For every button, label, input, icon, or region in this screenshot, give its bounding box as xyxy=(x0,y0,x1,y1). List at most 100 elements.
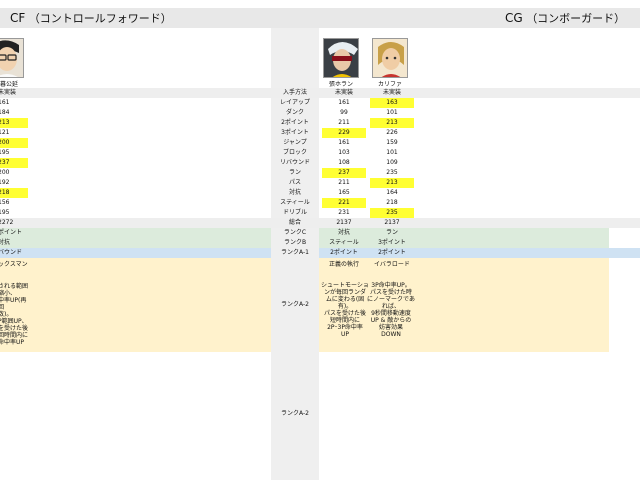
player-p2-name: カリファ xyxy=(377,81,402,88)
left-stat-value: 213 xyxy=(0,118,28,128)
p1-stat-value: 161 xyxy=(338,99,350,106)
avatar-left[interactable] xyxy=(0,38,24,78)
p1-stat-value: 231 xyxy=(338,209,350,216)
stat-row: 184 ダンク 99 101 xyxy=(0,108,640,118)
left-rank-b: 対抗 xyxy=(0,239,11,246)
p2-stat-value: 163 xyxy=(370,98,414,108)
p1-stat-value: 229 xyxy=(322,128,366,138)
p1-stat-value: 103 xyxy=(338,149,350,156)
cf-subtitle: （コントロールフォワード） xyxy=(28,12,172,25)
avatar-p1[interactable] xyxy=(323,38,359,78)
p1-stat-value: 161 xyxy=(338,139,350,146)
p1-total: 2137 xyxy=(336,219,352,226)
stat-row: 156 スティール 221 218 xyxy=(0,198,640,208)
stat-row: 161 レイアップ 161 163 xyxy=(0,98,640,108)
stat-label: リバウンド xyxy=(279,159,310,166)
p2-rank-c: ラン xyxy=(385,229,398,236)
p1-rank-a1: 2ポイント xyxy=(330,249,358,256)
left-stat-value: 192 xyxy=(0,179,10,186)
p1-stat-value: 211 xyxy=(338,179,350,186)
p2-rank-a1: 2ポイント xyxy=(378,249,406,256)
p2-acquire: 未実装 xyxy=(382,89,401,96)
p2-stat-value: 226 xyxy=(386,129,398,136)
left-total: 2272 xyxy=(0,219,14,226)
acquire-label: 入手方法 xyxy=(282,89,307,96)
stat-row: 218 対抗 165 164 xyxy=(0,188,640,198)
p1-skill-title: 正義の執行 xyxy=(328,261,359,268)
p1-stat-value: 211 xyxy=(338,119,350,126)
left-stat-value: 195 xyxy=(0,209,10,216)
stat-label: スティール xyxy=(280,199,310,206)
p2-skill-desc: 3P命中率UP。 パスを受けた時 にノーマークであ れば、 9秒間移動速度 UP… xyxy=(367,282,415,338)
left-stat-value: 121 xyxy=(0,129,10,136)
rank-a2-label: ランクA-2 xyxy=(281,301,309,308)
cf-header: CF （コントロールフォワード） xyxy=(10,10,172,26)
p1-rank-b: スティール xyxy=(329,239,359,246)
stat-row: 195 ドリブル 231 235 xyxy=(0,208,640,218)
stat-row: 213 2ポイント 211 213 xyxy=(0,118,640,128)
rank-a2-left-bg xyxy=(0,258,271,352)
cf-title: CF xyxy=(10,11,26,25)
left-rank-c: ポイント xyxy=(0,229,23,236)
stat-row: 237 リバウンド 108 109 xyxy=(0,158,640,168)
rank-a1-row: バウンド ランクA-1 2ポイント 2ポイント xyxy=(0,248,640,258)
p2-stat-value: 213 xyxy=(370,178,414,188)
p2-stat-value: 235 xyxy=(370,208,414,218)
p1-stat-value: 108 xyxy=(338,159,350,166)
left-stat-value: 156 xyxy=(0,199,10,206)
stat-label: パス xyxy=(288,179,301,186)
left-stat-value: 161 xyxy=(0,99,10,106)
stat-row: 192 パス 211 213 xyxy=(0,178,640,188)
player-left-name: 暮公延 xyxy=(0,81,18,88)
p2-stat-value: 235 xyxy=(386,169,398,176)
left-stat-value: 218 xyxy=(0,188,28,198)
stat-row: 195 ブロック 103 101 xyxy=(0,148,640,158)
stat-label: ダンク xyxy=(285,109,304,116)
left-acquire: 未実装 xyxy=(0,89,17,96)
player-p1-name: 張ホラン xyxy=(328,81,353,88)
p2-stat-value: 213 xyxy=(370,118,414,128)
p2-stat-value: 101 xyxy=(386,149,398,156)
left-stat-value: 195 xyxy=(0,149,10,156)
p1-stat-value: 165 xyxy=(338,189,350,196)
p2-skill-title: イバラロード xyxy=(374,261,410,268)
rank-b-label: ランクB xyxy=(283,239,307,246)
p1-stat-value: 237 xyxy=(322,168,366,178)
p1-stat-value: 99 xyxy=(340,109,348,116)
p2-stat-value: 218 xyxy=(386,199,398,206)
stat-label: 2ポイント xyxy=(281,119,309,126)
left-stat-value: 184 xyxy=(0,109,10,116)
avatar-p2[interactable] xyxy=(372,38,408,78)
stat-label: 対抗 xyxy=(288,189,301,196)
left-stat-value: 200 xyxy=(0,169,10,176)
stat-label: ブロック xyxy=(282,149,307,156)
stat-row: 200 ラン 237 235 xyxy=(0,168,640,178)
cg-title: CG xyxy=(505,11,523,25)
stat-label: ラン xyxy=(288,169,301,176)
p2-stat-value: 109 xyxy=(386,159,398,166)
p1-stat-value: 221 xyxy=(322,198,366,208)
p2-stat-value: 159 xyxy=(386,139,398,146)
stat-row: 200 ジャンプ 161 159 xyxy=(0,138,640,148)
p1-acquire: 未実装 xyxy=(334,89,353,96)
left-stat-value: 237 xyxy=(0,158,28,168)
rank-a1-label: ランクA-1 xyxy=(281,249,309,256)
rank-a2b-label: ランクA-2 xyxy=(281,410,309,417)
stat-row: 121 3ポイント 229 226 xyxy=(0,128,640,138)
stat-header-row: 未実装 入手方法 未実装 未実装 xyxy=(0,88,640,98)
rank-b-row: 対抗 ランクB スティール 3ポイント xyxy=(0,238,640,248)
total-label: 総合 xyxy=(288,219,301,226)
p2-stat-value: 101 xyxy=(386,109,398,116)
left-rank-a1: バウンド xyxy=(0,249,23,256)
stat-label: ジャンプ xyxy=(283,139,307,146)
rank-c-row: ポイント ランクC 対抗 ラン xyxy=(0,228,640,238)
stat-label: ドリブル xyxy=(282,209,307,216)
stat-label: レイアップ xyxy=(279,99,310,106)
left-skill-desc: される範囲 縮小、 中率UP(再回 数)。 P範囲UP、 を受けた後 回時間内に… xyxy=(0,283,29,346)
p1-skill-desc: シュートモーショ ンが毎回ランダ ムに変わる(固 有)。 パスを受けた後 短時間… xyxy=(321,282,369,338)
p2-total: 2137 xyxy=(384,219,400,226)
p1-rank-c: 対抗 xyxy=(337,229,350,236)
p2-rank-b: 3ポイント xyxy=(378,239,406,246)
cg-header: CG （コンボーガード） xyxy=(505,10,625,26)
cg-subtitle: （コンボーガード） xyxy=(526,12,626,25)
